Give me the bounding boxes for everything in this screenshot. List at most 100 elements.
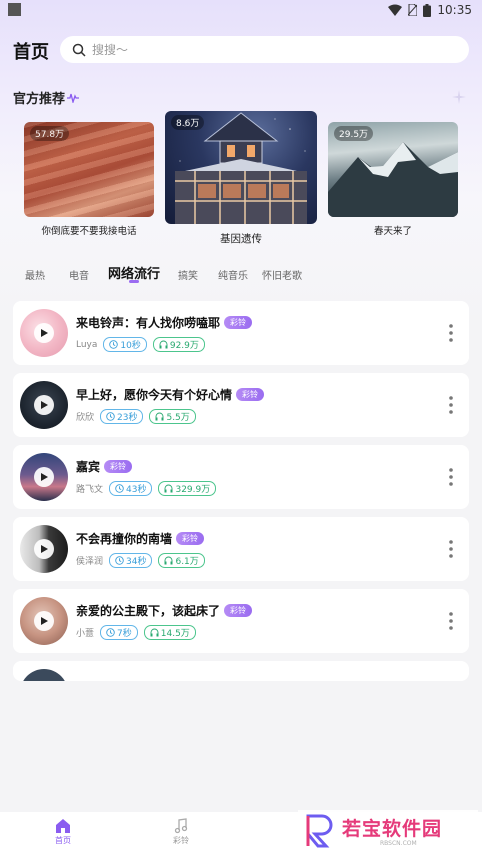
status-time: 10:35: [437, 3, 472, 17]
song-title-2: 早上好，愿你今天有个好心情 彩铃: [76, 386, 265, 403]
featured-cover-1: 57.8万: [24, 122, 154, 217]
music-note-icon: [174, 818, 188, 834]
featured-card-1[interactable]: 57.8万 你倒底要不要我接电话: [24, 122, 154, 237]
featured-count-1: 57.8万: [30, 126, 70, 141]
watermark: 若宝软件园 RBSCN.COM: [298, 810, 478, 850]
waveform-icon: [67, 93, 80, 103]
play-button[interactable]: [34, 467, 54, 487]
category-tabs: 最热 电音 网络流行 搞笑 纯音乐 怀旧老歌: [0, 262, 482, 286]
section-title: 官方推荐: [13, 88, 80, 107]
plays-chip: 329.9万: [158, 481, 217, 496]
tab-hot[interactable]: 最热: [25, 267, 45, 282]
more-options-icon[interactable]: [448, 395, 454, 415]
duration-chip: 43秒: [109, 481, 153, 496]
featured-card-2[interactable]: 8.6万 基因遗传: [165, 111, 317, 246]
headphones-icon: [159, 340, 168, 349]
play-button[interactable]: [34, 395, 54, 415]
watermark-logo-icon: [306, 814, 333, 848]
featured-count-3: 29.5万: [334, 126, 374, 141]
home-icon: [56, 819, 70, 833]
watermark-text: 若宝软件园: [342, 818, 443, 840]
featured-caption-1: 你倒底要不要我接电话: [41, 226, 137, 237]
watermark-subtext: RBSCN.COM: [380, 840, 417, 847]
featured-count-2: 8.6万: [171, 115, 205, 130]
song-title-3: 嘉宾 彩铃: [76, 458, 133, 475]
search-bar[interactable]: [60, 36, 469, 63]
play-icon: [41, 401, 48, 409]
nav-ringtone-label: 彩铃: [173, 836, 189, 845]
active-tab-indicator: [129, 280, 139, 283]
duration-chip: 34秒: [109, 553, 153, 568]
section-title-text: 官方推荐: [13, 92, 66, 107]
play-icon: [41, 617, 48, 625]
song-artist-4: 侯泽润: [76, 557, 104, 567]
no-sim-icon: [408, 4, 418, 16]
play-button[interactable]: [34, 323, 54, 343]
plays-chip: 14.5万: [143, 625, 196, 640]
song-title-1: 来电铃声：有人找你唠嗑耶 彩铃: [76, 314, 253, 331]
headphones-icon: [164, 484, 173, 493]
song-item-1[interactable]: 来电铃声：有人找你唠嗑耶 彩铃 Luya 10秒 92.9万: [13, 301, 469, 365]
plays-chip: 5.5万: [149, 409, 196, 424]
ringtone-badge: 彩铃: [176, 532, 205, 545]
song-item-6-partial[interactable]: [13, 661, 469, 681]
headphones-icon: [150, 628, 159, 637]
clock-icon: [106, 412, 115, 421]
notification-icon: [8, 3, 21, 16]
song-artist-2: 欣欣: [76, 413, 95, 423]
more-options-icon[interactable]: [448, 611, 454, 631]
headphones-icon: [155, 412, 164, 421]
song-cover-6: [20, 669, 68, 681]
ringtone-badge: 彩铃: [224, 604, 253, 617]
duration-chip: 7秒: [100, 625, 138, 640]
song-item-3[interactable]: 嘉宾 彩铃 路飞文 43秒 329.9万: [13, 445, 469, 509]
ringtone-badge: 彩铃: [224, 316, 253, 329]
plays-chip: 6.1万: [158, 553, 205, 568]
play-button[interactable]: [34, 539, 54, 559]
play-icon: [41, 545, 48, 553]
nav-ringtone[interactable]: 彩铃: [161, 818, 201, 846]
tab-electronic[interactable]: 电音: [69, 267, 89, 282]
song-item-4[interactable]: 不会再撞你的南墙 彩铃 侯泽润 34秒 6.1万: [13, 517, 469, 581]
song-item-2[interactable]: 早上好，愿你今天有个好心情 彩铃 欣欣 23秒 5.5万: [13, 373, 469, 437]
search-icon: [72, 43, 86, 57]
page-title: 首页: [13, 42, 49, 63]
ringtone-badge: 彩铃: [236, 388, 265, 401]
song-title-4: 不会再撞你的南墙 彩铃: [76, 530, 205, 547]
more-options-icon[interactable]: [448, 539, 454, 559]
headphones-icon: [164, 556, 173, 565]
nav-home-label: 首页: [55, 836, 71, 845]
play-button[interactable]: [34, 611, 54, 631]
featured-caption-3: 春天来了: [373, 226, 412, 237]
clock-icon: [115, 484, 124, 493]
clock-icon: [115, 556, 124, 565]
featured-cover-2: 8.6万: [165, 111, 317, 224]
tab-funny[interactable]: 搞笑: [178, 267, 198, 282]
ringtone-badge: 彩铃: [104, 460, 133, 473]
featured-card-3[interactable]: 29.5万 春天来了: [328, 122, 458, 237]
song-artist-3: 路飞文: [76, 485, 104, 495]
song-artist-5: 小薏: [76, 629, 95, 639]
featured-caption-2: 基因遗传: [220, 233, 262, 245]
clock-icon: [109, 340, 119, 349]
nav-home[interactable]: 首页: [43, 818, 83, 846]
search-input[interactable]: [92, 42, 432, 57]
tab-pure-music[interactable]: 纯音乐: [218, 267, 248, 282]
sparkle-icon: [452, 90, 466, 104]
wifi-icon: [388, 4, 403, 16]
song-item-5[interactable]: 亲爱的公主殿下，该起床了 彩铃 小薏 7秒 14.5万: [13, 589, 469, 653]
status-bar: 10:35: [0, 0, 482, 22]
more-options-icon[interactable]: [448, 323, 454, 343]
battery-icon: [423, 3, 432, 17]
play-icon: [41, 329, 48, 337]
play-icon: [41, 473, 48, 481]
song-title-5: 亲爱的公主殿下，该起床了 彩铃: [76, 602, 253, 619]
more-options-icon[interactable]: [448, 467, 454, 487]
clock-icon: [106, 628, 115, 637]
tab-classic-oldies[interactable]: 怀旧老歌: [262, 267, 302, 282]
duration-chip: 10秒: [103, 337, 147, 352]
song-artist-1: Luya: [76, 339, 98, 350]
duration-chip: 23秒: [100, 409, 144, 424]
plays-chip: 92.9万: [152, 337, 205, 352]
featured-cover-3: 29.5万: [328, 122, 458, 217]
